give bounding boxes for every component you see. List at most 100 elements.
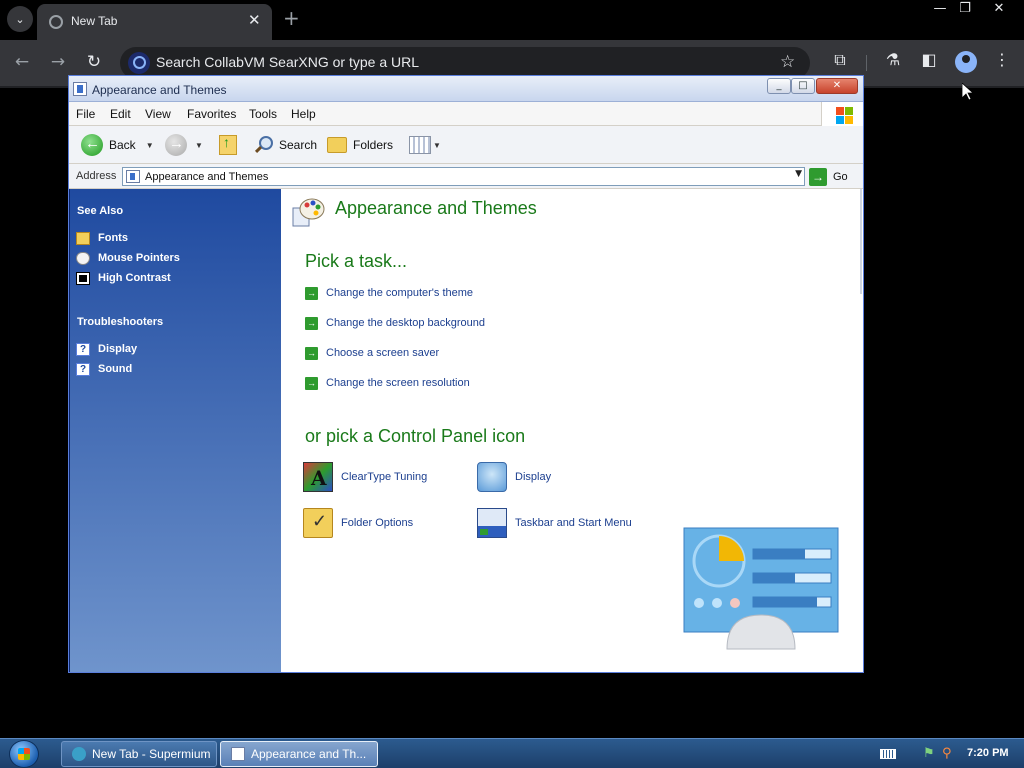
window-title: Appearance and Themes (92, 83, 227, 97)
go-arrow-icon: → (809, 167, 827, 186)
profile-avatar-icon[interactable] (955, 51, 977, 73)
system-clock[interactable]: 7:20 PM (967, 747, 1009, 759)
tab-favicon-icon (49, 15, 63, 29)
address-field[interactable]: Appearance and Themes ▼ (122, 167, 805, 186)
pick-icon-heading: or pick a Control Panel icon (305, 426, 526, 446)
back-dropdown-icon[interactable]: ▼ (146, 141, 154, 150)
green-arrow-icon: → (305, 316, 318, 330)
taskbar-start-menu-icon (477, 508, 507, 538)
toolbar-divider (866, 55, 867, 71)
tab-close-icon[interactable]: ✕ (248, 11, 261, 29)
back-label: Back (109, 138, 136, 152)
display-icon (477, 462, 507, 492)
pick-task-heading: Pick a task... (305, 251, 408, 271)
menu-favorites[interactable]: Favorites (187, 107, 236, 121)
appearance-themes-icon (292, 198, 325, 227)
help-icon: ? (76, 362, 90, 376)
green-arrow-icon: → (305, 346, 318, 360)
cp-icon-display-label: Display (515, 471, 552, 483)
task-change-theme-label: Change the computer's theme (326, 287, 474, 299)
troubleshooter-display[interactable]: ? Display (76, 341, 137, 357)
minimize-button[interactable]: _ (767, 78, 791, 94)
keyboard-icon[interactable] (880, 749, 896, 759)
task-screen-saver[interactable]: → Choose a screen saver (305, 346, 439, 360)
omnibox-placeholder[interactable]: Search CollabVM SearXNG or type a URL (156, 54, 419, 70)
start-button-icon[interactable] (9, 740, 39, 768)
window-titlebar[interactable]: Appearance and Themes _ □ ✕ (69, 76, 863, 102)
address-label: Address (76, 170, 117, 182)
see-also-fonts-label: Fonts (98, 232, 128, 244)
extensions-puzzle-icon[interactable]: ⧉ (829, 50, 851, 70)
task-screen-saver-label: Choose a screen saver (326, 347, 440, 359)
address-bar: Address Appearance and Themes ▼ → Go (69, 164, 863, 189)
folders-button[interactable]: Folders (327, 134, 393, 156)
windows-taskbar: New Tab - Supermium Appearance and Th...… (0, 738, 1024, 768)
reload-icon[interactable]: ↻ (83, 52, 105, 72)
page-title: Appearance and Themes (335, 198, 537, 218)
taskbar-button-appearance[interactable]: Appearance and Th... (220, 741, 378, 767)
chevron-down-icon: ⌄ (15, 12, 25, 26)
taskbar-button-browser[interactable]: New Tab - Supermium (61, 741, 217, 767)
bookmark-star-icon[interactable]: ☆ (780, 52, 795, 72)
menu-tools[interactable]: Tools (249, 107, 277, 121)
back-arrow-icon[interactable]: ← (11, 52, 33, 72)
forward-arrow-icon[interactable]: → (47, 52, 69, 72)
tab-search-button[interactable]: ⌄ (7, 6, 33, 32)
maximize-button[interactable]: □ (791, 78, 815, 94)
network-icon[interactable]: ⚑ (923, 746, 935, 761)
browser-icon (72, 747, 86, 761)
content-area: Appearance and Themes Pick a task... → C… (281, 189, 863, 672)
views-button[interactable]: ▼ (409, 134, 441, 156)
window-close-button[interactable]: ✕ (985, 1, 1013, 16)
green-arrow-icon: → (305, 376, 318, 390)
control-panel-icon (126, 170, 140, 183)
menu-file[interactable]: File (76, 107, 95, 121)
task-change-theme[interactable]: → Change the computer's theme (305, 286, 473, 300)
window-restore-button[interactable]: ❐ (951, 1, 979, 16)
taskbar-browser-label: New Tab - Supermium (92, 747, 211, 761)
troubleshooter-sound[interactable]: ? Sound (76, 361, 132, 377)
search-button[interactable]: Search (253, 134, 317, 156)
side-panel-icon[interactable]: ◧ (918, 50, 940, 69)
menu-help[interactable]: Help (291, 107, 316, 121)
explorer-window: Appearance and Themes _ □ ✕ File Edit Vi… (68, 75, 864, 673)
see-also-fonts[interactable]: Fonts (76, 230, 128, 246)
close-button[interactable]: ✕ (816, 78, 858, 94)
cp-icon-folder-options[interactable]: Folder Options (303, 507, 413, 539)
troubleshooter-sound-label: Sound (98, 363, 133, 375)
scrollbar[interactable] (860, 189, 862, 294)
address-dropdown-icon[interactable]: ▼ (795, 169, 802, 179)
search-engine-icon (128, 52, 150, 74)
folder-icon (327, 137, 347, 153)
new-tab-button[interactable]: + (283, 8, 300, 28)
troubleshooter-display-label: Display (98, 343, 138, 355)
go-button[interactable]: → Go (809, 167, 848, 186)
search-label: Search (279, 138, 318, 152)
task-change-background[interactable]: → Change the desktop background (305, 316, 485, 330)
forward-dropdown-icon[interactable]: ▼ (195, 141, 203, 150)
control-panel-icon (231, 747, 245, 761)
cp-icon-taskbar-start[interactable]: Taskbar and Start Menu (477, 507, 632, 539)
kebab-menu-icon[interactable]: ⋮ (991, 50, 1013, 69)
browser-tab[interactable]: New Tab ✕ (37, 4, 272, 40)
cp-icon-cleartype[interactable]: ClearType Tuning (303, 461, 427, 493)
forward-button[interactable]: ▼ (165, 134, 203, 156)
search-tray-icon[interactable]: ⚲ (942, 746, 952, 761)
see-also-mouse-pointers[interactable]: Mouse Pointers (76, 250, 180, 266)
troubleshooters-heading: Troubleshooters (77, 316, 164, 328)
labs-flask-icon[interactable]: ⚗ (882, 50, 904, 69)
menu-bar: File Edit View Favorites Tools Help (69, 102, 863, 126)
menu-view[interactable]: View (145, 107, 171, 121)
explorer-toolbar: Back ▼ ▼ Search Folders ▼ (69, 126, 863, 164)
task-screen-resolution[interactable]: → Change the screen resolution (305, 376, 470, 390)
address-value: Appearance and Themes (145, 171, 269, 183)
up-folder-button[interactable] (219, 134, 237, 156)
cp-icon-taskbar-label: Taskbar and Start Menu (515, 517, 632, 529)
window-minimize-button[interactable]: — (926, 1, 954, 16)
tab-strip: ⌄ New Tab ✕ + — ❐ ✕ (0, 0, 1024, 40)
menu-edit[interactable]: Edit (110, 107, 131, 121)
cp-icon-display[interactable]: Display (477, 461, 551, 493)
see-also-high-contrast[interactable]: High Contrast (76, 270, 171, 286)
windows-flag-icon (821, 102, 863, 126)
back-button[interactable]: Back ▼ (81, 134, 154, 156)
